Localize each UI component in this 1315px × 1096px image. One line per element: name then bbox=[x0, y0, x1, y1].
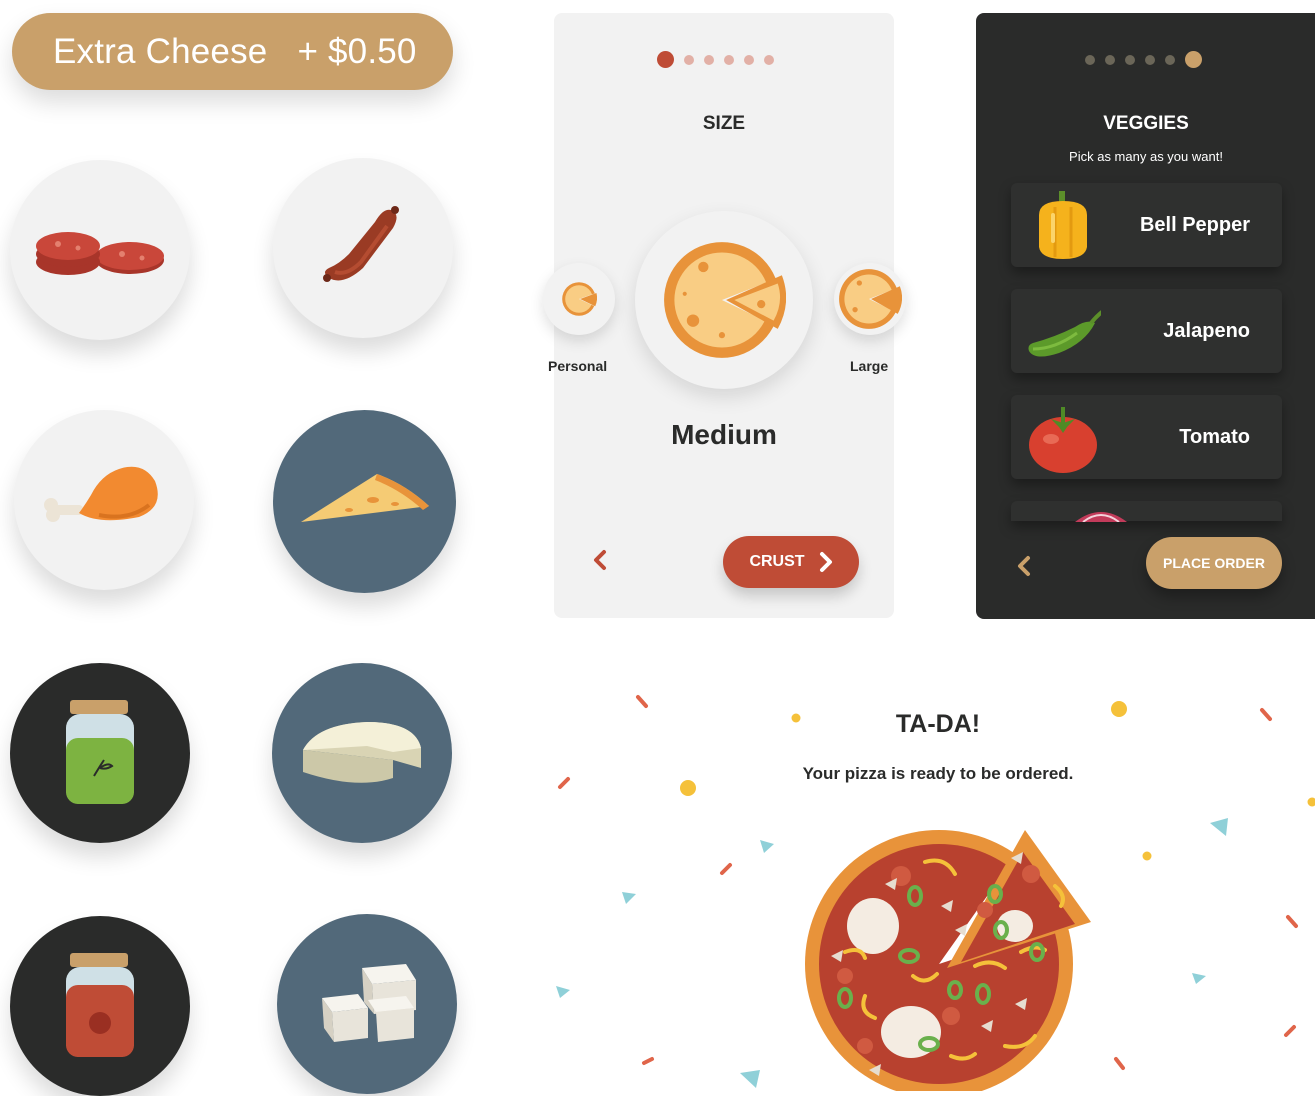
back-button[interactable] bbox=[592, 545, 608, 579]
selected-size: Medium bbox=[554, 419, 894, 451]
onion-icon bbox=[1073, 508, 1129, 522]
confirmation-subtitle: Your pizza is ready to be ordered. bbox=[738, 764, 1138, 784]
step-title: VEGGIES bbox=[976, 113, 1315, 135]
step-dot bbox=[1165, 55, 1175, 65]
small-pizza-icon bbox=[561, 281, 597, 317]
cheese-wheel-icon bbox=[297, 708, 427, 798]
tofu-icon bbox=[302, 954, 432, 1054]
size-label-personal: Personal bbox=[548, 358, 607, 374]
extra-cheese-option[interactable]: Extra Cheese + $0.50 bbox=[12, 13, 453, 90]
step-dot bbox=[1125, 55, 1135, 65]
size-option-personal[interactable] bbox=[543, 263, 615, 335]
veggie-label: Jalapeno bbox=[1163, 289, 1250, 373]
chevron-left-icon bbox=[1016, 555, 1032, 577]
veggie-label: Bell Pepper bbox=[1140, 183, 1250, 267]
step-dot bbox=[684, 55, 694, 65]
step-subtitle: Pick as many as you want! bbox=[976, 149, 1315, 164]
sausage-icon bbox=[313, 198, 413, 298]
sausage-button[interactable] bbox=[273, 158, 453, 338]
pesto-jar-icon bbox=[60, 698, 140, 808]
pesto-button[interactable] bbox=[10, 663, 190, 843]
tofu-button[interactable] bbox=[277, 914, 457, 1094]
chicken-icon bbox=[39, 455, 169, 545]
veggie-item-partial[interactable] bbox=[1011, 501, 1282, 521]
tomato-sauce-jar-icon bbox=[60, 951, 140, 1061]
medium-pizza-icon bbox=[662, 238, 786, 362]
next-crust-button[interactable]: CRUST bbox=[723, 536, 859, 588]
step-dot bbox=[744, 55, 754, 65]
step-dot bbox=[1145, 55, 1155, 65]
veggie-label: Tomato bbox=[1179, 395, 1250, 479]
veggie-item-jalapeno[interactable]: Jalapeno bbox=[1011, 289, 1282, 373]
step-indicator bbox=[1085, 51, 1202, 68]
step-dot bbox=[764, 55, 774, 65]
veggie-item-bell-pepper[interactable]: Bell Pepper bbox=[1011, 183, 1282, 267]
size-option-large[interactable] bbox=[834, 263, 906, 335]
step-dot bbox=[1085, 55, 1095, 65]
bell-pepper-icon bbox=[1025, 187, 1101, 263]
next-button-label: CRUST bbox=[749, 553, 804, 571]
size-option-medium[interactable] bbox=[635, 211, 813, 389]
cheese-button[interactable] bbox=[272, 663, 452, 843]
full-pizza-icon bbox=[805, 826, 1095, 1091]
pizza-slice-button[interactable] bbox=[273, 410, 456, 593]
confirmation-title: TA-DA! bbox=[838, 710, 1038, 739]
step-dot-active bbox=[657, 51, 674, 68]
size-step-card: SIZE Personal Large Medium bbox=[554, 13, 894, 618]
veggies-step-card: VEGGIES Pick as many as you want! Bell P… bbox=[976, 13, 1315, 619]
chicken-button[interactable] bbox=[14, 410, 194, 590]
pepperoni-icon bbox=[30, 210, 170, 290]
chevron-right-icon bbox=[819, 551, 833, 573]
step-dot bbox=[1105, 55, 1115, 65]
back-button[interactable] bbox=[1016, 551, 1032, 585]
place-order-button[interactable]: PLACE ORDER bbox=[1146, 537, 1282, 589]
tomato-sauce-button[interactable] bbox=[10, 916, 190, 1096]
large-pizza-icon bbox=[838, 267, 902, 331]
chevron-left-icon bbox=[592, 549, 608, 571]
step-dot bbox=[724, 55, 734, 65]
step-indicator bbox=[657, 51, 774, 68]
step-title: SIZE bbox=[554, 113, 894, 135]
step-dot bbox=[704, 55, 714, 65]
step-dot-active bbox=[1185, 51, 1202, 68]
tomato-icon bbox=[1025, 399, 1101, 475]
pizza-slice-icon bbox=[295, 462, 435, 542]
veggie-item-tomato[interactable]: Tomato bbox=[1011, 395, 1282, 479]
topping-price: + $0.50 bbox=[297, 32, 416, 72]
size-label-large: Large bbox=[850, 358, 888, 374]
topping-name: Extra Cheese bbox=[53, 32, 267, 72]
jalapeno-icon bbox=[1025, 293, 1101, 369]
pepperoni-button[interactable] bbox=[10, 160, 190, 340]
